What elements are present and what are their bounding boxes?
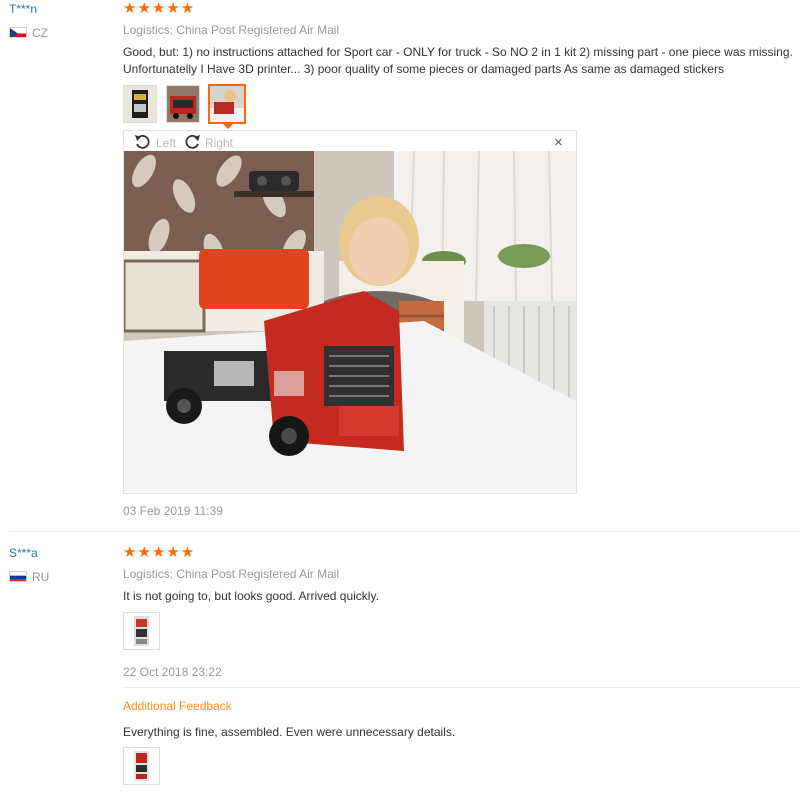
review-divider <box>9 531 800 532</box>
review-photo-thumb-1[interactable] <box>123 85 157 123</box>
reviewer-country: RU <box>9 570 89 584</box>
rotate-left-label: Left <box>156 136 177 150</box>
additional-feedback-text: Everything is fine, assembled. Even were… <box>123 725 456 739</box>
star-rating: ★★★★★ <box>123 0 196 17</box>
reviewer-name[interactable]: T***n <box>9 2 37 16</box>
russian-flag-icon <box>9 571 27 582</box>
selected-thumb-pointer <box>222 123 234 129</box>
rotate-right-label: Right <box>205 136 234 150</box>
review-text-line-1: Good, but: 1) no instructions attached f… <box>123 45 793 59</box>
review-text-line-2: Unfortunatelly I Have 3D printer... 3) p… <box>123 62 724 76</box>
country-code: RU <box>32 570 50 584</box>
rotate-left-icon <box>135 134 150 149</box>
czech-flag-icon <box>9 27 27 38</box>
rotate-right-icon <box>185 134 200 149</box>
rotate-right-button[interactable]: Right <box>183 133 247 151</box>
review-text: It is not going to, but looks good. Arri… <box>123 589 379 603</box>
photo-viewer: Left Right × <box>123 130 577 494</box>
review-photo-thumb-2[interactable] <box>166 85 200 123</box>
logistics-info: Logistics: China Post Registered Air Mai… <box>123 23 340 37</box>
feedback-divider <box>123 687 800 688</box>
country-code: CZ <box>32 26 48 40</box>
star-rating: ★★★★★ <box>123 544 196 561</box>
review-date: 03 Feb 2019 11:39 <box>123 504 223 518</box>
review-photo-thumb-3-selected[interactable] <box>208 84 246 124</box>
additional-feedback-title: Additional Feedback <box>123 699 232 713</box>
reviewer-name[interactable]: S***a <box>9 546 38 560</box>
logistics-info: Logistics: China Post Registered Air Mai… <box>123 567 340 581</box>
review-photo-large <box>124 151 576 491</box>
close-icon[interactable]: × <box>554 134 563 151</box>
reviewer-country: CZ <box>9 26 89 40</box>
review-photo-thumb[interactable] <box>123 612 160 650</box>
review-date: 22 Oct 2018 23:22 <box>123 665 222 679</box>
additional-feedback-photo-thumb[interactable] <box>123 747 160 785</box>
